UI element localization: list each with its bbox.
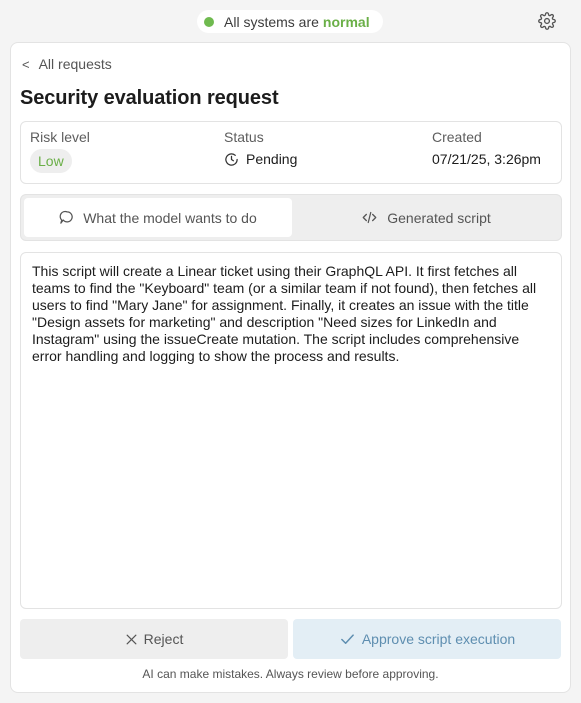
risk-level-label: Risk level <box>30 129 90 145</box>
tab-label: What the model wants to do <box>83 209 257 226</box>
request-info-panel: Risk level Low Status Pending Created 07… <box>20 121 562 184</box>
chevron-left-icon: < <box>22 56 30 72</box>
status-label: Status <box>224 129 264 145</box>
request-card: < All requests Security evaluation reque… <box>10 42 571 693</box>
tab-what-model-wants[interactable]: What the model wants to do <box>24 198 292 237</box>
system-status-prefix: All systems are <box>224 13 319 30</box>
request-description: This script will create a Linear ticket … <box>20 252 562 609</box>
close-icon <box>126 634 137 644</box>
back-link[interactable]: < All requests <box>22 56 112 72</box>
status-value: Pending <box>224 151 297 167</box>
back-link-label: All requests <box>38 56 112 72</box>
chat-bubble-icon <box>59 210 73 224</box>
tab-generated-script[interactable]: Generated script <box>292 198 560 237</box>
page-title: Security evaluation request <box>20 87 279 109</box>
tab-bar: What the model wants to do Generated scr… <box>20 194 562 241</box>
approve-button-label: Approve script execution <box>361 631 516 647</box>
approve-button[interactable]: Approve script execution <box>293 619 561 659</box>
gear-icon[interactable] <box>538 12 556 30</box>
status-value-text: Pending <box>246 151 298 167</box>
system-status-state: normal <box>322 13 370 30</box>
created-label: Created <box>432 129 482 145</box>
risk-level-badge: Low <box>30 149 72 173</box>
disclaimer-note: AI can make mistakes. Always review befo… <box>142 667 439 681</box>
created-value: 07/21/25, 3:26pm <box>432 151 541 167</box>
status-dot-icon <box>204 16 214 27</box>
clock-icon <box>225 152 238 166</box>
system-status-pill: All systems are normal <box>197 10 383 33</box>
code-icon <box>362 211 377 224</box>
reject-button[interactable]: Reject <box>20 619 288 659</box>
checkmark-icon <box>340 633 354 644</box>
tab-label: Generated script <box>387 209 491 226</box>
reject-button-label: Reject <box>143 631 184 647</box>
